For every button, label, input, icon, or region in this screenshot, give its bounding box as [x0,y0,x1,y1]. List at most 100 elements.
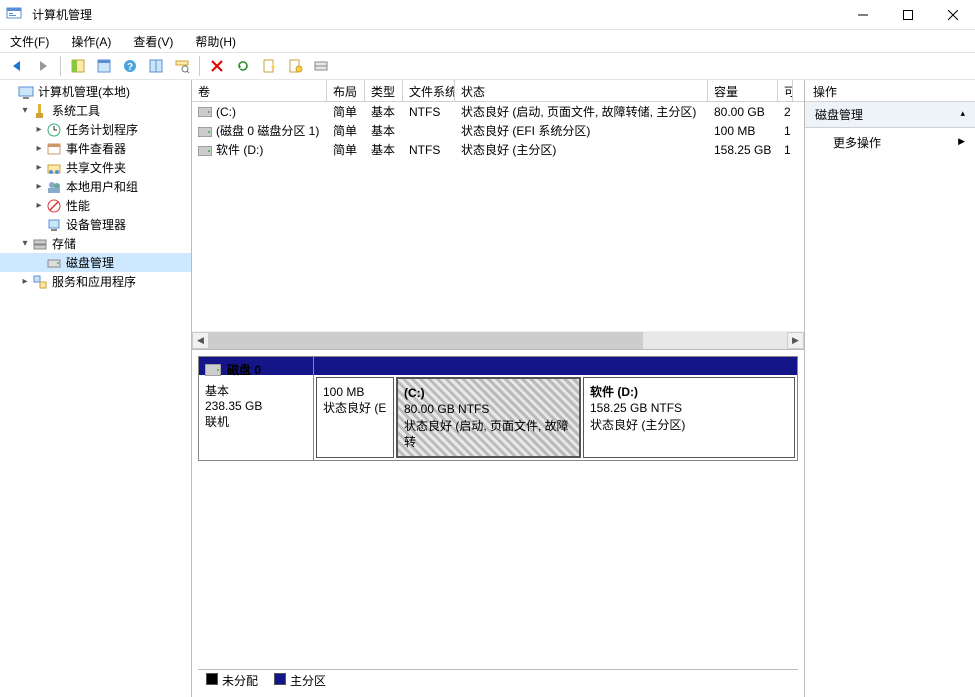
disk-label-panel[interactable]: . 磁盘 0 基本 238.35 GB 联机 [199,357,314,460]
tools-icon [32,103,48,119]
tree-services-apps[interactable]: ▸ 服务和应用程序 [0,272,191,291]
header-status[interactable]: 状态 [455,80,708,101]
disk-header-strip [314,357,797,375]
scroll-thumb[interactable] [209,332,643,349]
cell-volume: 软件 (D:) [216,143,263,157]
filter-button[interactable] [171,55,193,77]
maximize-button[interactable] [885,0,930,30]
tree-device-manager-label: 设备管理器 [66,216,126,233]
actions-section[interactable]: 磁盘管理 ▴ [805,102,975,128]
header-filesystem[interactable]: 文件系统 [403,80,455,101]
help-button[interactable]: ? [119,55,141,77]
toolbar: ? [0,52,975,80]
window-title: 计算机管理 [32,6,840,23]
tree-services-apps-label: 服务和应用程序 [52,273,136,290]
header-capacity[interactable]: 容量 [708,80,778,101]
menu-view[interactable]: 查看(V) [129,31,177,52]
horizontal-scrollbar[interactable]: ◀ ▶ [192,331,804,349]
chevron-right-icon[interactable]: ▸ [18,276,32,287]
settings-button[interactable] [310,55,332,77]
partition[interactable]: 100 MB 状态良好 (E [316,377,394,458]
forward-button[interactable] [32,55,54,77]
folder-share-icon [46,160,62,176]
menu-file[interactable]: 文件(F) [6,31,53,52]
list-row[interactable]: 软件 (D:) 简单 基本 NTFS 状态良好 (主分区) 158.25 GB … [192,140,804,159]
back-button[interactable] [6,55,28,77]
attach-button[interactable] [284,55,306,77]
partition-size: 158.25 GB NTFS [590,400,788,416]
menu-help[interactable]: 帮助(H) [191,31,240,52]
tree-system-tools[interactable]: ▾ 系统工具 [0,101,191,120]
tree-root[interactable]: 计算机管理(本地) [0,82,191,101]
cell-status: 状态良好 (启动, 页面文件, 故障转储, 主分区) [455,103,708,120]
chevron-right-icon[interactable]: ▸ [32,124,46,135]
header-volume[interactable]: 卷 [192,80,327,101]
list-body[interactable]: (C:) 简单 基本 NTFS 状态良好 (启动, 页面文件, 故障转储, 主分… [192,102,804,331]
refresh-button[interactable] [232,55,254,77]
partition[interactable]: (C:) 80.00 GB NTFS 状态良好 (启动, 页面文件, 故障转 [396,377,581,458]
scroll-left-button[interactable]: ◀ [192,332,209,349]
volume-icon [198,107,212,117]
delete-button[interactable] [206,55,228,77]
volume-icon [198,146,212,156]
tree-device-manager[interactable]: 设备管理器 [0,215,191,234]
legend-unallocated: 未分配 [206,672,258,689]
tree-event-viewer[interactable]: ▸ 事件查看器 [0,139,191,158]
tree-root-label: 计算机管理(本地) [38,83,130,100]
cell-last: 2 [778,105,793,119]
chevron-right-icon[interactable]: ▸ [32,162,46,173]
cell-capacity: 158.25 GB [708,143,778,157]
actions-header: 操作 [805,80,975,102]
partition-name: (C:) [404,385,573,401]
cell-fs: NTFS [403,105,455,119]
disk-size: 238.35 GB [205,399,307,413]
menu-action[interactable]: 操作(A) [67,31,115,52]
tree-system-tools-label: 系统工具 [52,102,100,119]
tree-event-viewer-label: 事件查看器 [66,140,126,157]
partition-size: 100 MB [323,384,387,400]
properties-button[interactable] [93,55,115,77]
tree-performance-label: 性能 [66,197,90,214]
disk-drive-icon [205,364,221,376]
chevron-right-icon: ▶ [958,134,965,147]
actions-more-label: 更多操作 [833,136,881,150]
partition[interactable]: 软件 (D:) 158.25 GB NTFS 状态良好 (主分区) [583,377,795,458]
chevron-right-icon[interactable]: ▸ [32,143,46,154]
tree-pane[interactable]: 计算机管理(本地) ▾ 系统工具 ▸ 任务计划程序 ▸ 事件查看器 ▸ 共享文件… [0,80,192,697]
tree-local-users[interactable]: ▸ 本地用户和组 [0,177,191,196]
view-options-button[interactable] [145,55,167,77]
show-hide-tree-button[interactable] [67,55,89,77]
tree-disk-management[interactable]: 磁盘管理 [0,253,191,272]
legend-primary-label: 主分区 [290,674,326,688]
actions-more[interactable]: 更多操作 ▶ [805,128,975,157]
header-type[interactable]: 类型 [365,80,403,101]
close-button[interactable] [930,0,975,30]
app-icon [6,5,26,25]
tree-performance[interactable]: ▸ 性能 [0,196,191,215]
volume-icon [198,127,212,137]
header-more[interactable]: 可 [778,80,793,101]
chevron-up-icon[interactable]: ▴ [960,106,965,119]
chevron-down-icon[interactable]: ▾ [18,238,32,249]
tree-storage[interactable]: ▾ 存储 [0,234,191,253]
toolbar-separator [60,56,61,76]
list-row[interactable]: (C:) 简单 基本 NTFS 状态良好 (启动, 页面文件, 故障转储, 主分… [192,102,804,121]
chevron-right-icon[interactable]: ▸ [32,200,46,211]
header-layout[interactable]: 布局 [327,80,365,101]
tree-task-scheduler[interactable]: ▸ 任务计划程序 [0,120,191,139]
tree-disk-management-label: 磁盘管理 [66,254,114,271]
new-button[interactable] [258,55,280,77]
disk-row[interactable]: . 磁盘 0 基本 238.35 GB 联机 100 MB [198,356,798,461]
scroll-right-button[interactable]: ▶ [787,332,804,349]
cell-volume: (C:) [216,105,236,119]
tree-shared-folders[interactable]: ▸ 共享文件夹 [0,158,191,177]
menubar: 文件(F) 操作(A) 查看(V) 帮助(H) [0,30,975,52]
disk-graphical-view: . 磁盘 0 基本 238.35 GB 联机 100 MB [192,350,804,697]
cell-last: 1 [778,143,793,157]
scroll-track[interactable] [209,332,787,349]
list-row[interactable]: (磁盘 0 磁盘分区 1) 简单 基本 状态良好 (EFI 系统分区) 100 … [192,121,804,140]
minimize-button[interactable] [840,0,885,30]
chevron-right-icon[interactable]: ▸ [32,181,46,192]
chevron-down-icon[interactable]: ▾ [18,105,32,116]
svg-text:?: ? [127,62,133,73]
